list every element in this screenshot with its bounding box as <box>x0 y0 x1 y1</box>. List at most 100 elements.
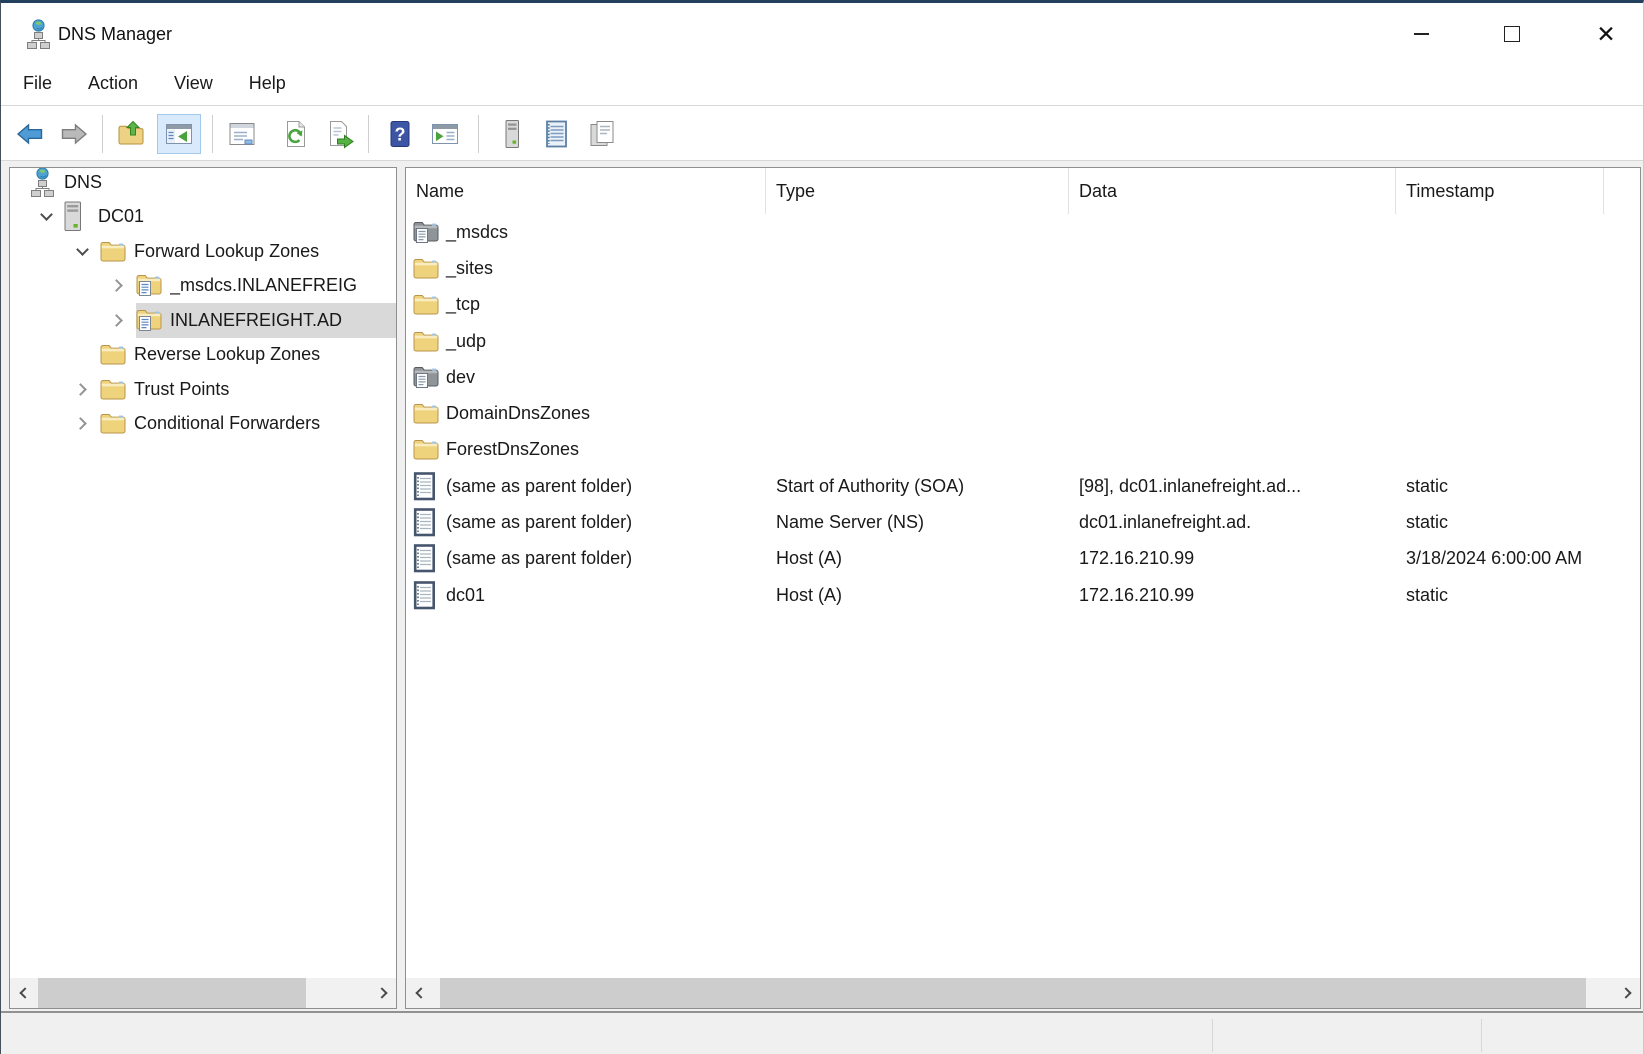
tree-item-label: _msdcs.INLANEFREIG <box>170 275 357 296</box>
export-list-button[interactable] <box>321 114 359 154</box>
chevron-right-icon[interactable] <box>110 279 123 292</box>
list-row--same-as-parent-folder-[interactable]: (same as parent folder)Start of Authorit… <box>406 468 1640 504</box>
toolbar-separator <box>478 115 479 153</box>
forward-icon <box>59 119 89 149</box>
toolbar-separator <box>212 115 213 153</box>
chevron-down-icon[interactable] <box>76 243 89 256</box>
scrollbar-thumb[interactable] <box>440 978 1586 1008</box>
record-name: (same as parent folder) <box>446 548 632 569</box>
minimize-button[interactable] <box>1396 12 1446 56</box>
tree-item-reverse-lookup-zones[interactable]: Reverse Lookup Zones <box>10 338 396 373</box>
record-list-button[interactable] <box>537 114 575 154</box>
forward-button[interactable] <box>55 114 93 154</box>
tree-item--msdcs-inlanefreig[interactable]: _msdcs.INLANEFREIG <box>10 269 396 304</box>
menu-help[interactable]: Help <box>249 73 286 94</box>
record-name: dc01 <box>446 585 485 606</box>
list-row-forestdnszones[interactable]: ForestDnsZones <box>406 432 1640 468</box>
properties-button[interactable] <box>223 114 261 154</box>
maximize-button[interactable] <box>1487 12 1537 56</box>
server-button[interactable] <box>493 114 531 154</box>
back-button[interactable] <box>11 114 49 154</box>
list-row--same-as-parent-folder-[interactable]: (same as parent folder)Name Server (NS)d… <box>406 504 1640 540</box>
scroll-left-button[interactable] <box>10 978 36 1008</box>
record-name: _msdcs <box>446 222 508 243</box>
scroll-right-button[interactable] <box>1614 978 1640 1008</box>
tree-item-dns[interactable]: DNS <box>10 167 396 200</box>
menu-bar: File Action View Help <box>1 61 1643 106</box>
help-button[interactable]: ? <box>381 114 419 154</box>
folder-icon <box>100 379 134 400</box>
chevron-right-icon <box>376 987 387 998</box>
toolbar: ? <box>1 107 1643 161</box>
menu-file[interactable]: File <box>23 73 52 94</box>
refresh-icon <box>281 119 311 149</box>
export-list-icon <box>325 119 355 149</box>
tree-item-trust-points[interactable]: Trust Points <box>10 372 396 407</box>
record-icon <box>413 544 446 573</box>
server-icon <box>497 119 527 149</box>
list-row--msdcs[interactable]: _msdcs <box>406 214 1640 250</box>
scroll-right-button[interactable] <box>370 978 396 1008</box>
list-horizontal-scrollbar[interactable] <box>406 978 1640 1008</box>
title-bar: DNS Manager ✕ <box>1 6 1643 61</box>
records-list-panel: NameTypeDataTimestamp _msdcs _sites _tcp _u… <box>405 167 1641 1009</box>
record-name: _udp <box>446 331 486 352</box>
list-row-dc01[interactable]: dc01Host (A)172.16.210.99static <box>406 577 1640 613</box>
close-icon: ✕ <box>1596 23 1615 46</box>
svg-text:?: ? <box>395 125 406 145</box>
show-console-tree-icon <box>164 119 194 149</box>
up-one-level-button[interactable] <box>113 114 151 154</box>
tree-item-forward-lookup-zones[interactable]: Forward Lookup Zones <box>10 234 396 269</box>
list-row-dev[interactable]: dev <box>406 359 1640 395</box>
record-timestamp: static <box>1396 476 1604 497</box>
scrollbar-thumb[interactable] <box>38 978 306 1008</box>
scroll-left-button[interactable] <box>406 978 432 1008</box>
toolbar-separator <box>102 115 103 153</box>
chevron-left-icon <box>19 987 30 998</box>
close-button[interactable]: ✕ <box>1581 12 1631 56</box>
toolbar-separator <box>368 115 369 153</box>
chevron-right-icon[interactable] <box>74 383 87 396</box>
minimize-icon <box>1414 33 1429 35</box>
folder-icon <box>100 413 134 434</box>
tree-item-label: Trust Points <box>134 379 229 400</box>
zone-icon <box>136 309 170 332</box>
list-row--sites[interactable]: _sites <box>406 250 1640 286</box>
gray-zone-icon <box>413 221 446 244</box>
column-header-filler <box>1604 168 1640 214</box>
menu-view[interactable]: View <box>174 73 213 94</box>
chevron-down-icon[interactable] <box>40 208 53 221</box>
tree-item-conditional-forwarders[interactable]: Conditional Forwarders <box>10 407 396 442</box>
column-header-timestamp[interactable]: Timestamp <box>1396 168 1604 214</box>
column-header-type[interactable]: Type <box>766 168 1069 214</box>
list-row--same-as-parent-folder-[interactable]: (same as parent folder)Host (A)172.16.21… <box>406 541 1640 577</box>
column-header-data[interactable]: Data <box>1069 168 1396 214</box>
record-name: _tcp <box>446 294 480 315</box>
new-window-button[interactable] <box>426 114 464 154</box>
dns-manager-window: DNS Manager ✕ File Action View Help ? DNS DC… <box>0 0 1644 1054</box>
copy-record-button[interactable] <box>583 114 621 154</box>
folder-icon <box>413 331 446 352</box>
record-list-icon <box>541 119 571 149</box>
tree-item-inlanefreight-ad[interactable]: INLANEFREIGHT.AD <box>10 303 396 338</box>
chevron-right-icon[interactable] <box>74 417 87 430</box>
column-header-name[interactable]: Name <box>406 168 766 214</box>
record-icon <box>413 581 446 610</box>
list-row--tcp[interactable]: _tcp <box>406 287 1640 323</box>
console-tree: DNS DC01Forward Lookup Zones _msdcs.INLANE… <box>10 167 396 441</box>
record-type: Host (A) <box>766 585 1069 606</box>
tree-horizontal-scrollbar[interactable] <box>10 978 396 1008</box>
chevron-right-icon[interactable] <box>110 314 123 327</box>
record-timestamp: static <box>1396 585 1604 606</box>
chevron-left-icon <box>415 987 426 998</box>
tree-item-label: DNS <box>64 172 102 193</box>
record-name: _sites <box>446 258 493 279</box>
up-one-level-icon <box>117 119 147 149</box>
record-name: ForestDnsZones <box>446 439 579 460</box>
list-row--udp[interactable]: _udp <box>406 323 1640 359</box>
tree-item-dc01[interactable]: DC01 <box>10 200 396 235</box>
list-row-domaindnszones[interactable]: DomainDnsZones <box>406 395 1640 431</box>
refresh-button[interactable] <box>277 114 315 154</box>
show-console-tree-button[interactable] <box>157 114 201 154</box>
menu-action[interactable]: Action <box>88 73 138 94</box>
